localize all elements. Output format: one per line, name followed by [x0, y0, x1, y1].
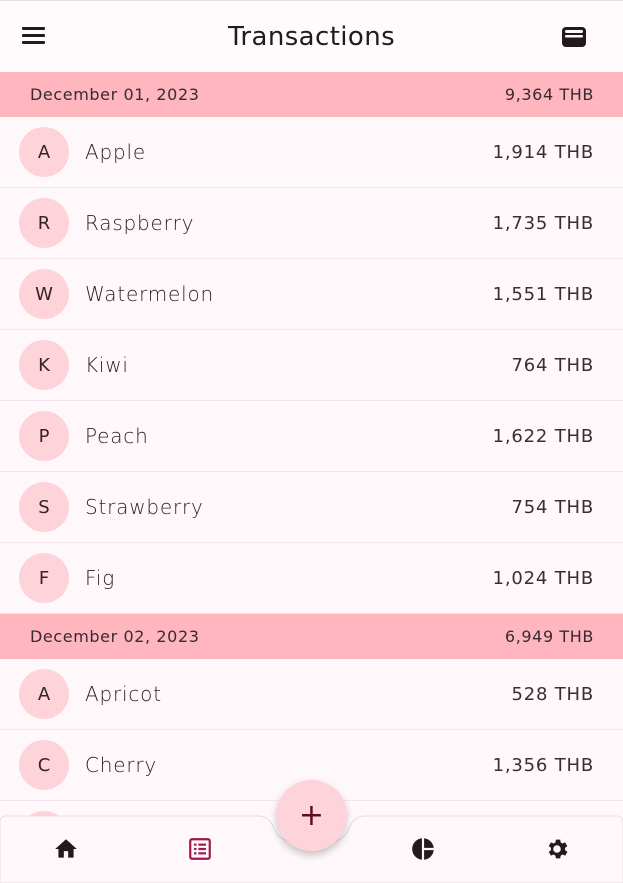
- avatar: C: [19, 740, 69, 790]
- transaction-list[interactable]: December 01, 2023 9,364 THB A Apple 1,91…: [0, 72, 623, 817]
- app-bar: Transactions: [0, 0, 623, 72]
- add-transaction-button[interactable]: +: [276, 780, 347, 851]
- list-item[interactable]: F Fig 1,024 THB: [0, 543, 623, 614]
- item-amount: 1,356 THB: [492, 754, 594, 776]
- plus-icon: +: [298, 797, 325, 833]
- item-name: Peach: [85, 424, 149, 448]
- avatar: K: [19, 340, 69, 390]
- day-total: 6,949 THB: [504, 627, 594, 646]
- item-amount: 1,914 THB: [492, 141, 594, 163]
- item-amount: 528 THB: [511, 683, 594, 705]
- item-amount: 764 THB: [511, 354, 594, 376]
- avatar: W: [19, 269, 69, 319]
- item-name: Raspberry: [85, 211, 195, 235]
- list-item[interactable]: R Raspberry 1,735 THB: [0, 188, 623, 259]
- day-date: December 01, 2023: [30, 85, 200, 104]
- day-header: December 02, 2023 6,949 THB: [0, 614, 623, 659]
- list-item[interactable]: W Watermelon 1,551 THB: [0, 259, 623, 330]
- day-total: 9,364 THB: [504, 85, 594, 104]
- home-icon[interactable]: [53, 836, 79, 862]
- list-icon[interactable]: [187, 836, 213, 862]
- pie-chart-icon[interactable]: [410, 836, 436, 862]
- list-item[interactable]: A Apricot 528 THB: [0, 659, 623, 730]
- page-title: Transactions: [227, 21, 396, 52]
- item-name: Apricot: [85, 682, 162, 706]
- list-item[interactable]: K Kiwi 764 THB: [0, 330, 623, 401]
- day-date: December 02, 2023: [30, 627, 200, 646]
- item-name: Kiwi: [85, 353, 129, 377]
- item-name: Watermelon: [85, 282, 215, 306]
- wallet-icon[interactable]: [561, 26, 587, 48]
- item-name: Apple: [85, 140, 146, 164]
- item-amount: 1,024 THB: [492, 567, 594, 589]
- item-name: Cherry: [85, 753, 158, 777]
- list-item[interactable]: P Peach 1,622 THB: [0, 401, 623, 472]
- avatar: A: [19, 669, 69, 719]
- item-name: Fig: [85, 566, 116, 590]
- item-amount: 1,735 THB: [492, 212, 594, 234]
- avatar: R: [19, 198, 69, 248]
- item-amount: 754 THB: [511, 496, 594, 518]
- avatar: F: [19, 553, 69, 603]
- day-header: December 01, 2023 9,364 THB: [0, 72, 623, 117]
- list-item[interactable]: A Apple 1,914 THB: [0, 117, 623, 188]
- item-amount: 1,551 THB: [492, 283, 594, 305]
- avatar: P: [19, 411, 69, 461]
- item-amount: 1,622 THB: [492, 425, 594, 447]
- avatar: A: [19, 127, 69, 177]
- avatar: S: [19, 482, 69, 532]
- item-name: Strawberry: [85, 495, 204, 519]
- gear-icon[interactable]: [544, 836, 570, 862]
- menu-icon[interactable]: [22, 27, 46, 47]
- list-item[interactable]: S Strawberry 754 THB: [0, 472, 623, 543]
